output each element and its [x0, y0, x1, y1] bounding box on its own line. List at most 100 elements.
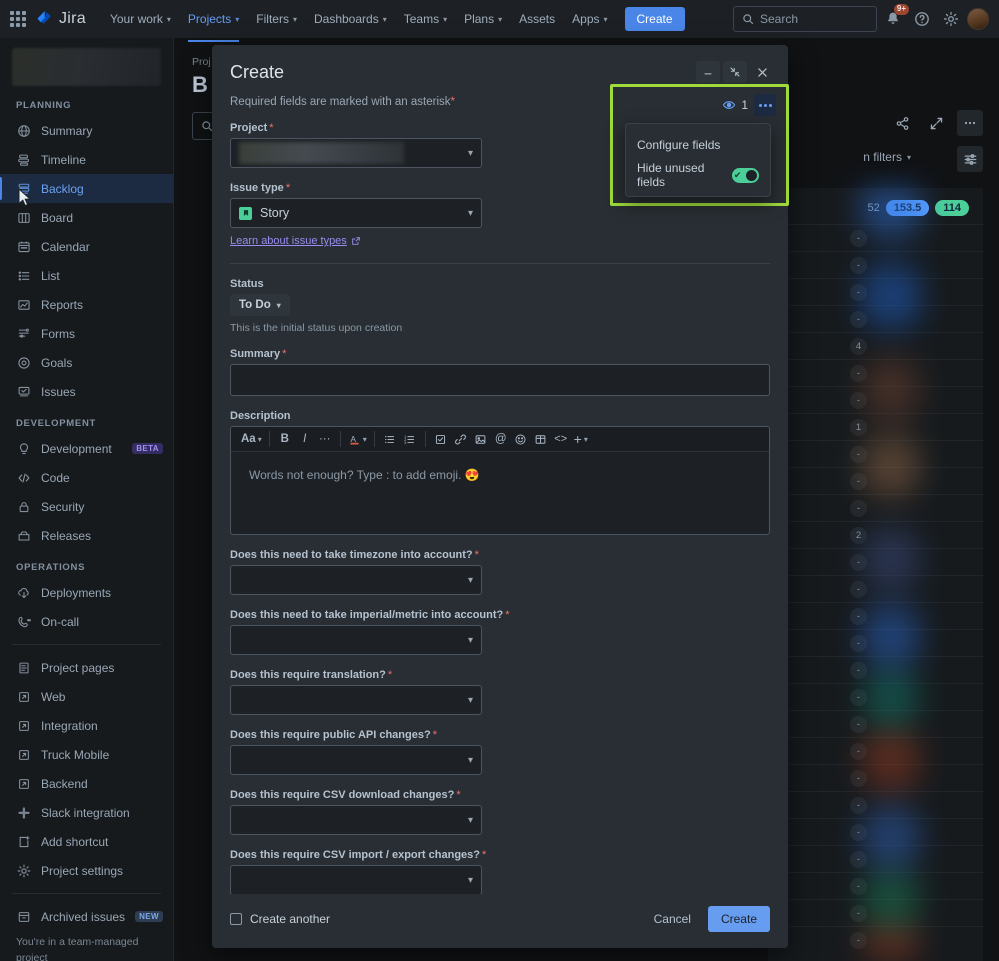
table-row[interactable]: -	[768, 818, 983, 845]
sidebar-item-project-pages[interactable]: Project pages	[0, 653, 173, 682]
italic-icon[interactable]: I	[295, 429, 315, 449]
text-style-icon[interactable]: Aa ▾	[239, 429, 264, 449]
sidebar-item-integration[interactable]: Integration	[0, 711, 173, 740]
table-icon[interactable]	[531, 429, 551, 449]
table-row[interactable]: -	[768, 737, 983, 764]
table-row[interactable]: -	[768, 845, 983, 872]
create-another-checkbox[interactable]	[230, 913, 242, 925]
table-row[interactable]: -	[768, 467, 983, 494]
table-row[interactable]: -	[768, 548, 983, 575]
sidebar-item-calendar[interactable]: Calendar	[0, 232, 173, 261]
table-row[interactable]: -	[768, 602, 983, 629]
question-select-3[interactable]: ▾	[230, 685, 482, 715]
table-row[interactable]: -	[768, 224, 983, 251]
close-icon[interactable]	[750, 61, 774, 83]
nav-item-filters[interactable]: Filters ▾	[248, 7, 305, 31]
sidebar-item-forms[interactable]: Forms	[0, 319, 173, 348]
nav-item-assets[interactable]: Assets	[511, 7, 563, 31]
table-row[interactable]: -	[768, 440, 983, 467]
sidebar-item-archived-issues[interactable]: Archived issues NEW	[0, 902, 173, 931]
sidebar-item-timeline[interactable]: Timeline	[0, 145, 173, 174]
help-button[interactable]	[909, 6, 935, 32]
bold-icon[interactable]: B	[275, 429, 295, 449]
numbered-list-icon[interactable]: 1 2 3	[400, 429, 420, 449]
create-button[interactable]: Create	[707, 906, 770, 932]
sidebar-item-backend[interactable]: Backend	[0, 769, 173, 798]
nav-item-apps[interactable]: Apps ▾	[564, 7, 615, 31]
sidebar-item-deployments[interactable]: Deployments	[0, 578, 173, 607]
question-select-6[interactable]: ▾	[230, 865, 482, 894]
table-row[interactable]: 1	[768, 413, 983, 440]
notifications-button[interactable]: 9+	[880, 4, 909, 32]
global-create-button[interactable]: Create	[624, 7, 685, 31]
nav-item-projects[interactable]: Projects ▾	[180, 7, 247, 42]
sidebar-item-on-call[interactable]: On-call	[0, 607, 173, 636]
nav-item-plans[interactable]: Plans ▾	[456, 7, 510, 31]
table-row[interactable]: -	[768, 872, 983, 899]
status-select[interactable]: To Do ▾	[230, 294, 290, 316]
hide-unused-fields-toggle[interactable]: ✔	[731, 167, 759, 183]
nav-item-dashboards[interactable]: Dashboards ▾	[306, 7, 395, 31]
sidebar-item-truck-mobile[interactable]: Truck Mobile	[0, 740, 173, 769]
summary-input[interactable]	[230, 364, 770, 396]
sidebar-item-project-settings[interactable]: Project settings	[0, 856, 173, 885]
more-actions-icon[interactable]	[957, 110, 983, 136]
table-row[interactable]: -	[768, 764, 983, 791]
sidebar-item-board[interactable]: Board	[0, 203, 173, 232]
menu-item-hide-unused-fields[interactable]: Hide unused fields ✔	[626, 160, 770, 190]
sidebar-item-security[interactable]: Security	[0, 492, 173, 521]
table-row[interactable]: -	[768, 683, 983, 710]
sidebar-item-goals[interactable]: Goals	[0, 348, 173, 377]
sidebar-item-development[interactable]: Development BETA	[0, 434, 173, 463]
table-row[interactable]: -	[768, 710, 983, 737]
view-settings-icon[interactable]	[957, 146, 983, 172]
insert-more-icon[interactable]: + ▾	[571, 429, 591, 449]
settings-gear-button[interactable]	[938, 6, 964, 32]
sidebar-item-summary[interactable]: Summary	[0, 116, 173, 145]
table-row[interactable]: -	[768, 359, 983, 386]
table-row[interactable]: -	[768, 899, 983, 926]
sidebar-item-add-shortcut[interactable]: Add shortcut	[0, 827, 173, 856]
question-select-5[interactable]: ▾	[230, 805, 482, 835]
cancel-button[interactable]: Cancel	[643, 906, 702, 932]
fullscreen-icon[interactable]	[923, 110, 949, 136]
mention-icon[interactable]: @	[491, 429, 511, 449]
table-row[interactable]: -	[768, 278, 983, 305]
image-icon[interactable]	[471, 429, 491, 449]
task-list-icon[interactable]	[431, 429, 451, 449]
project-select[interactable]: ▾	[230, 138, 482, 168]
table-row[interactable]: 4	[768, 332, 983, 359]
table-row[interactable]: -	[768, 575, 983, 602]
menu-item-configure-fields[interactable]: Configure fields	[626, 130, 770, 160]
apps-grid-icon[interactable]	[10, 11, 26, 27]
minimize-icon[interactable]	[696, 61, 720, 83]
table-row[interactable]: 2	[768, 521, 983, 548]
learn-issue-types-row[interactable]: Learn about issue types	[230, 235, 770, 247]
sidebar-item-reports[interactable]: Reports	[0, 290, 173, 319]
collapse-icon[interactable]	[723, 61, 747, 83]
sidebar-item-code[interactable]: Code	[0, 463, 173, 492]
table-row[interactable]: -	[768, 386, 983, 413]
sidebar-item-list[interactable]: List	[0, 261, 173, 290]
sidebar-item-web[interactable]: Web	[0, 682, 173, 711]
more-formatting-icon[interactable]: ···	[315, 429, 335, 449]
emoji-icon[interactable]	[511, 429, 531, 449]
nav-item-teams[interactable]: Teams ▾	[396, 7, 455, 31]
question-select-1[interactable]: ▾	[230, 565, 482, 595]
jira-logo[interactable]: Jira	[36, 10, 86, 28]
text-color-icon[interactable]: A ▾	[346, 429, 369, 449]
table-row[interactable]: -	[768, 926, 983, 953]
global-search-input[interactable]: Search	[733, 6, 877, 32]
question-select-4[interactable]: ▾	[230, 745, 482, 775]
learn-about-issue-types-link[interactable]: Learn about issue types	[230, 235, 347, 247]
share-icon[interactable]	[889, 110, 915, 136]
sidebar-item-releases[interactable]: Releases	[0, 521, 173, 550]
description-input[interactable]: Words not enough? Type : to add emoji. 😍	[231, 452, 769, 534]
sidebar-item-backlog[interactable]: Backlog	[0, 174, 173, 203]
issue-type-select[interactable]: Story ▾	[230, 198, 482, 228]
table-row[interactable]: -	[768, 305, 983, 332]
sidebar-item-issues[interactable]: Issues	[0, 377, 173, 406]
watch-issue-button[interactable]: 1	[722, 98, 748, 112]
more-actions-icon[interactable]	[754, 94, 776, 116]
bullet-list-icon[interactable]	[380, 429, 400, 449]
